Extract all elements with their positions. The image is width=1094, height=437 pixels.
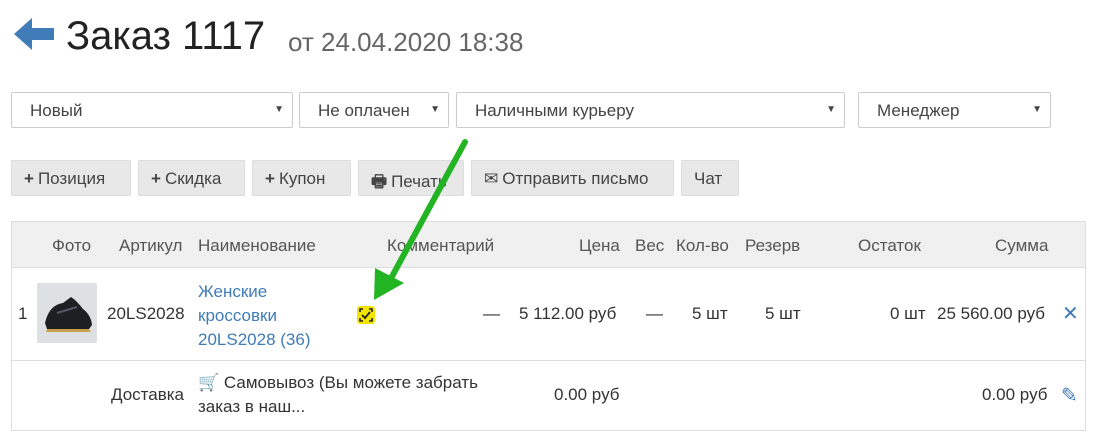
item-sum: 25 560.00 руб	[937, 304, 1046, 323]
add-discount-label: Скидка	[164, 169, 222, 188]
payment-method-select[interactable]: Наличными курьеру ▼	[456, 92, 845, 128]
product-name-link[interactable]: Женские кроссовки 20LS2028 (36)	[198, 280, 310, 352]
back-arrow-icon[interactable]	[14, 18, 54, 50]
delivery-text-line: заказ в наш...	[198, 397, 306, 416]
delivery-label: Доставка	[111, 385, 185, 404]
product-name-line: 20LS2028 (36)	[198, 330, 311, 349]
item-weight: —	[646, 304, 663, 323]
print-label: Печать	[391, 172, 447, 191]
cart-icon: 🛒	[198, 373, 220, 392]
chevron-down-icon: ▼	[274, 104, 284, 115]
add-position-button[interactable]: + Позиция	[11, 160, 131, 196]
col-name: Наименование	[198, 236, 316, 255]
plus-icon: +	[265, 169, 275, 188]
item-comment: —	[483, 304, 500, 323]
col-sum: Сумма	[995, 236, 1049, 255]
send-email-label: Отправить письмо	[502, 169, 649, 188]
pencil-icon[interactable]: ✎	[1061, 383, 1078, 408]
col-reserve: Резерв	[745, 236, 801, 255]
delete-icon[interactable]: ✕	[1062, 301, 1079, 326]
col-comment: Комментарий	[387, 236, 495, 255]
item-stock: 0 шт	[890, 304, 926, 323]
print-button[interactable]: 🖶 Печать	[358, 160, 464, 196]
payment-status-select[interactable]: Не оплачен ▼	[299, 92, 449, 128]
add-position-label: Позиция	[37, 169, 106, 188]
item-article: 20LS2028	[107, 304, 185, 323]
table-row: 1 20LS2028 Женские кроссовки 20LS2028 (3…	[12, 268, 1085, 361]
delivery-row: Доставка 🛒 Самовывоз (Вы можете забрать …	[12, 361, 1085, 431]
chevron-down-icon: ▼	[430, 104, 440, 115]
order-items-table: Фото Артикул Наименование Комментарий Це…	[11, 221, 1086, 431]
delivery-price: 0.00 руб	[554, 385, 620, 404]
chevron-down-icon: ▼	[826, 104, 836, 115]
delivery-text-line: Самовывоз (Вы можете забрать	[223, 373, 478, 392]
status-select[interactable]: Новый ▼	[11, 92, 293, 128]
chevron-down-icon: ▼	[1032, 104, 1042, 115]
printer-icon: 🖶	[371, 172, 388, 191]
col-photo: Фото	[52, 236, 92, 255]
product-photo[interactable]	[37, 283, 97, 343]
order-date: от 24.04.2020 18:38	[288, 27, 524, 57]
delivery-method: 🛒 Самовывоз (Вы можете забрать заказ в н…	[198, 371, 478, 419]
col-stock: Остаток	[858, 236, 921, 255]
add-coupon-label: Купон	[278, 169, 326, 188]
col-article: Артикул	[119, 236, 183, 255]
manager-select[interactable]: Менеджер ▼	[858, 92, 1051, 128]
table-header: Фото Артикул Наименование Комментарий Це…	[12, 222, 1085, 268]
add-discount-button[interactable]: + Скидка	[138, 160, 245, 196]
payment-status-value: Не оплачен	[318, 101, 410, 120]
send-email-button[interactable]: ✉ Отправить письмо	[471, 160, 674, 196]
comment-icon[interactable]	[357, 306, 375, 324]
manager-select-value: Менеджер	[877, 101, 960, 120]
add-coupon-button[interactable]: + Купон	[252, 160, 351, 196]
item-qty: 5 шт	[692, 304, 728, 323]
status-select-value: Новый	[30, 101, 83, 120]
payment-method-value: Наличными курьеру	[475, 101, 634, 120]
plus-icon: +	[151, 169, 161, 188]
page-title: Заказ 1117	[66, 14, 266, 58]
chat-label: Чат	[694, 169, 723, 188]
col-qty: Кол-во	[676, 236, 729, 255]
col-weight: Вес	[635, 236, 665, 255]
product-name-line: кроссовки	[198, 306, 277, 325]
chat-button[interactable]: Чат	[681, 160, 739, 196]
col-price: Цена	[579, 236, 620, 255]
row-number: 1	[18, 304, 28, 323]
plus-icon: +	[24, 169, 34, 188]
item-reserve: 5 шт	[765, 304, 801, 323]
product-name-line: Женские	[198, 282, 268, 301]
delivery-sum: 0.00 руб	[982, 385, 1048, 404]
envelope-icon: ✉	[484, 169, 499, 188]
item-price: 5 112.00 руб	[519, 304, 617, 323]
